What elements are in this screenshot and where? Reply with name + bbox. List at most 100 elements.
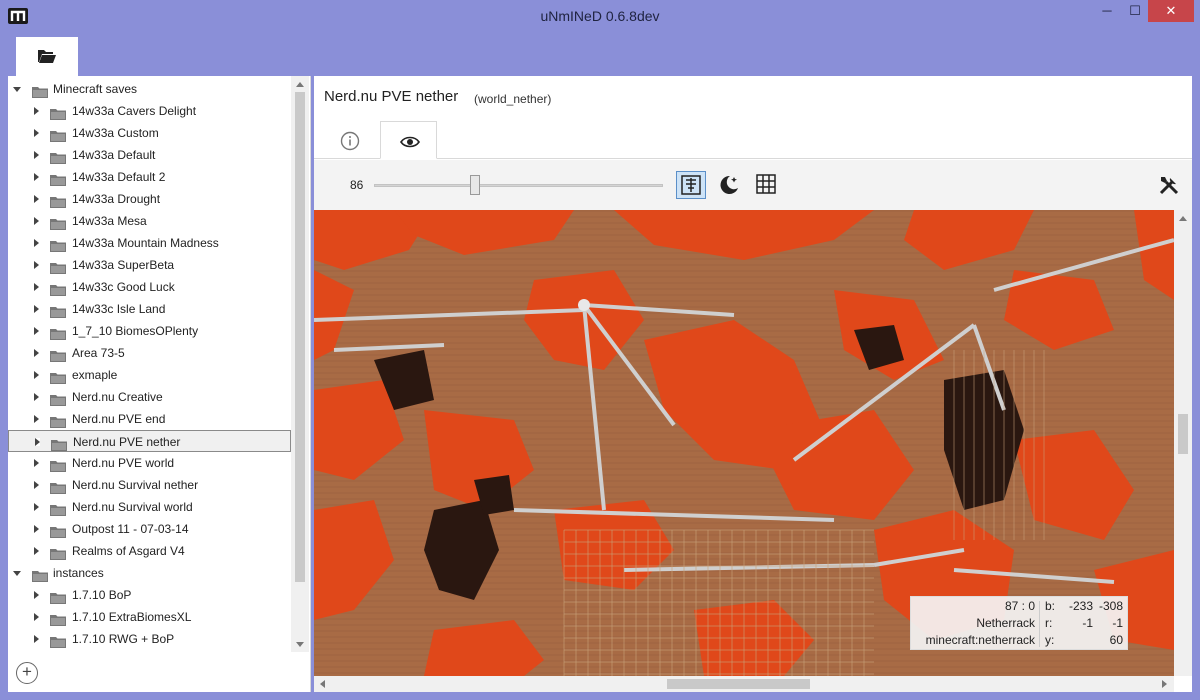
tree-item[interactable]: Nerd.nu PVE world: [8, 452, 291, 474]
map-scroll-left-icon[interactable]: [320, 680, 325, 688]
tree-item-label: 14w33a SuperBeta: [72, 258, 175, 272]
tree-item[interactable]: exmaple: [8, 364, 291, 386]
y-value: 60: [1109, 633, 1123, 647]
tree-item-label: Nerd.nu Creative: [72, 390, 163, 404]
expand-arrow-icon[interactable]: [34, 547, 39, 555]
expand-arrow-icon[interactable]: [34, 525, 39, 533]
maximize-button[interactable]: ☐: [1122, 0, 1148, 22]
zoom-value: 86: [350, 178, 364, 192]
expand-arrow-icon[interactable]: [34, 151, 39, 159]
tree-item-label: Nerd.nu Survival world: [72, 500, 193, 514]
tree-scrollbar[interactable]: [291, 76, 309, 652]
tree-item[interactable]: 14w33a Default 2: [8, 166, 291, 188]
tree-item-label: Nerd.nu Survival nether: [72, 478, 199, 492]
map-scroll-right-icon[interactable]: [1162, 680, 1167, 688]
tab-view[interactable]: [380, 121, 437, 159]
tree-item[interactable]: Nerd.nu Creative: [8, 386, 291, 408]
tree-item[interactable]: Nerd.nu Survival nether: [8, 474, 291, 496]
tree-item[interactable]: 14w33c Isle Land: [8, 298, 291, 320]
expand-arrow-icon[interactable]: [34, 459, 39, 467]
open-folder-button[interactable]: [16, 37, 78, 76]
world-map[interactable]: 87 : 0 Netherrack minecraft:netherrack b…: [314, 210, 1174, 676]
tab-info[interactable]: [321, 121, 378, 159]
tools-icon: [1159, 177, 1179, 195]
minimize-button[interactable]: ─: [1094, 0, 1120, 22]
tree-item[interactable]: Outpost 11 - 07-03-14: [8, 518, 291, 540]
scroll-down-icon[interactable]: [296, 642, 304, 647]
map-vertical-scrollbar[interactable]: [1174, 210, 1192, 676]
expand-arrow-icon[interactable]: [34, 327, 39, 335]
tree-item[interactable]: 1.7.10 BoP: [8, 584, 291, 606]
scroll-thumb[interactable]: [295, 92, 305, 582]
expand-arrow-icon[interactable]: [35, 438, 40, 446]
expand-arrow-icon[interactable]: [34, 415, 39, 423]
map-horizontal-scrollbar[interactable]: [314, 676, 1174, 692]
tree-item[interactable]: Area 73-5: [8, 342, 291, 364]
folder-icon: [50, 149, 66, 164]
expand-arrow-icon[interactable]: [34, 371, 39, 379]
map-hscroll-thumb[interactable]: [667, 679, 810, 689]
tree-item-label: 14w33a Custom: [72, 126, 159, 140]
folder-icon: [50, 457, 66, 472]
world-browser-panel: Minecraft saves 14w33a Cavers Delight 14w3…: [8, 76, 311, 692]
expand-arrow-icon[interactable]: [13, 87, 21, 92]
tree-item[interactable]: Nerd.nu PVE nether: [8, 430, 291, 452]
tree-item[interactable]: Realms of Asgard V4: [8, 540, 291, 562]
expand-arrow-icon[interactable]: [34, 393, 39, 401]
tree-item-label: 14w33a Cavers Delight: [72, 104, 197, 118]
tree-item-label: 14w33c Good Luck: [72, 280, 175, 294]
expand-arrow-icon[interactable]: [34, 503, 39, 511]
tools-button[interactable]: [1154, 171, 1184, 199]
depth-slider[interactable]: [374, 184, 663, 187]
tree-group[interactable]: Minecraft saves: [8, 78, 291, 100]
scroll-up-icon[interactable]: [296, 82, 304, 87]
tree-item[interactable]: Nerd.nu Survival world: [8, 496, 291, 518]
expand-arrow-icon[interactable]: [34, 239, 39, 247]
expand-arrow-icon[interactable]: [13, 571, 21, 576]
tree-item[interactable]: 14w33a Drought: [8, 188, 291, 210]
folder-icon: [50, 193, 66, 208]
tree-item[interactable]: 1_7_10 BiomesOPlenty: [8, 320, 291, 342]
expand-arrow-icon[interactable]: [34, 635, 39, 643]
depth-slider-thumb[interactable]: [470, 175, 481, 195]
map-vscroll-thumb[interactable]: [1178, 414, 1188, 454]
grid-button[interactable]: [752, 171, 782, 199]
tree-item[interactable]: 1.7.10 ExtraBiomesXL: [8, 606, 291, 628]
expand-arrow-icon[interactable]: [34, 283, 39, 291]
expand-arrow-icon[interactable]: [34, 481, 39, 489]
tree-item[interactable]: Nerd.nu PVE end: [8, 408, 291, 430]
expand-arrow-icon[interactable]: [34, 305, 39, 313]
tree-item-label: Realms of Asgard V4: [72, 544, 185, 558]
tree-item-label: Nerd.nu PVE nether: [73, 435, 181, 449]
tree-item-label: 1.7.10 RWG + BoP: [72, 632, 175, 646]
expand-arrow-icon[interactable]: [34, 217, 39, 225]
folder-icon: [50, 611, 66, 626]
tree-item[interactable]: 14w33a Default: [8, 144, 291, 166]
expand-arrow-icon[interactable]: [34, 261, 39, 269]
night-mode-button[interactable]: [714, 171, 744, 199]
tree-item[interactable]: 14w33a Mountain Madness: [8, 232, 291, 254]
tree-item-label: Outpost 11 - 07-03-14: [72, 522, 189, 536]
tree-item[interactable]: 14w33a Custom: [8, 122, 291, 144]
tree-item[interactable]: 14w33a Cavers Delight: [8, 100, 291, 122]
folder-icon: [50, 171, 66, 186]
expand-arrow-icon[interactable]: [34, 173, 39, 181]
folder-icon: [50, 523, 66, 538]
expand-arrow-icon[interactable]: [34, 107, 39, 115]
tree-item[interactable]: 14w33c Good Luck: [8, 276, 291, 298]
tree-item-label: 14w33c Isle Land: [72, 302, 166, 316]
tree-group[interactable]: instances: [8, 562, 291, 584]
expand-arrow-icon[interactable]: [34, 195, 39, 203]
tree-item[interactable]: 14w33a SuperBeta: [8, 254, 291, 276]
map-scroll-up-icon[interactable]: [1179, 216, 1187, 221]
depth-layer-button[interactable]: [676, 171, 706, 199]
tree-item[interactable]: 1.7.10 RWG + BoP: [8, 628, 291, 650]
expand-arrow-icon[interactable]: [34, 349, 39, 357]
expand-arrow-icon[interactable]: [34, 591, 39, 599]
add-location-button[interactable]: +: [16, 662, 38, 684]
expand-arrow-icon[interactable]: [34, 613, 39, 621]
tree-item[interactable]: 14w33a Mesa: [8, 210, 291, 232]
expand-arrow-icon[interactable]: [34, 129, 39, 137]
world-tree[interactable]: Minecraft saves 14w33a Cavers Delight 14w3…: [8, 76, 291, 652]
close-button[interactable]: ✕: [1148, 0, 1194, 22]
